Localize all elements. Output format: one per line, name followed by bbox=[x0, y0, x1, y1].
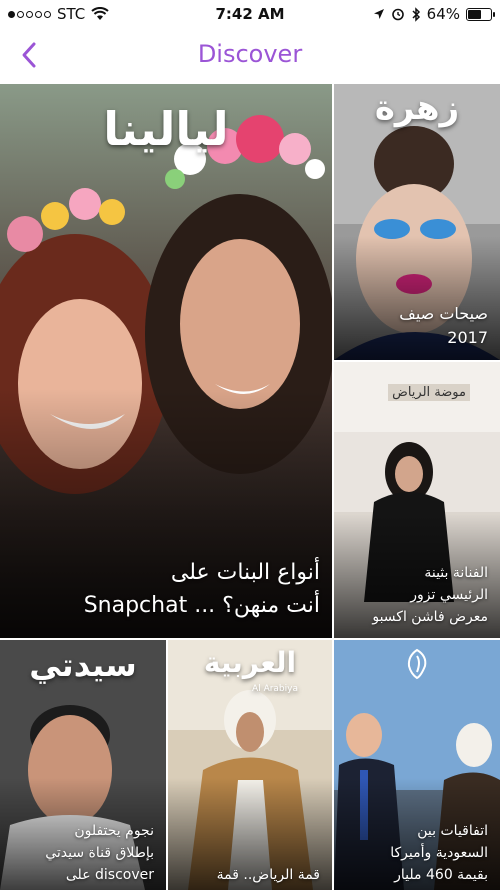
tile-caption: اتفاقيات بين السعودية وأميركا بقيمة 460 … bbox=[344, 820, 488, 886]
alarm-icon bbox=[391, 8, 404, 21]
publisher-logo: سيدتي bbox=[29, 646, 137, 684]
publisher-logo: زهرة bbox=[374, 88, 460, 128]
publisher-sublogo: Al Arabiya bbox=[252, 684, 298, 694]
publisher-logo: ليالينا bbox=[103, 102, 229, 156]
caption-line: صيحات صيف bbox=[399, 304, 488, 323]
caption-line: الرئيسي تزور bbox=[410, 587, 488, 603]
discover-tile-alarabiya[interactable]: العربية Al Arabiya قمة الرياض.. قمة bbox=[168, 640, 332, 890]
battery-percent: 64% bbox=[426, 5, 460, 23]
tile-caption: الفنانة بثينة الرئيسي تزور معرض فاشن اكس… bbox=[344, 562, 488, 628]
caption-line: نجوم يحتفلون bbox=[74, 823, 154, 839]
caption-line: معرض فاشن اكسبو bbox=[372, 609, 488, 625]
battery-icon bbox=[466, 7, 495, 21]
caption-line: 2017 bbox=[447, 328, 488, 347]
caption-line: الفنانة بثينة bbox=[424, 565, 488, 581]
tile-caption: أنواع البنات على Snapchat ... أنت منهن؟ bbox=[10, 556, 320, 622]
discover-tile-layalina[interactable]: ليالينا أنواع البنات على Snapchat ... أن… bbox=[0, 84, 332, 638]
publisher-logo bbox=[334, 648, 500, 684]
status-right: 64% bbox=[373, 5, 495, 23]
battery-level-fill bbox=[468, 9, 481, 19]
publisher-logo: موضة الرياض bbox=[388, 384, 470, 401]
discover-tile-aljazeera[interactable]: اتفاقيات بين السعودية وأميركا بقيمة 460 … bbox=[334, 640, 500, 890]
caption-line: Snapchat ... أنت منهن؟ bbox=[83, 593, 320, 618]
publisher-logo: العربية bbox=[203, 646, 297, 679]
status-bar: STC 7:42 AM 64% bbox=[0, 0, 500, 28]
caption-line: بقيمة 460 مليار bbox=[394, 867, 488, 883]
caption-line: قمة الرياض.. قمة bbox=[216, 867, 320, 883]
page-title: Discover bbox=[197, 40, 303, 68]
tile-caption: قمة الرياض.. قمة bbox=[178, 864, 320, 886]
aljazeera-logo-icon bbox=[407, 648, 427, 680]
navigation-bar: Discover bbox=[0, 28, 500, 84]
caption-line: اتفاقيات بين bbox=[417, 823, 488, 839]
discover-tile-riyadh-fashion[interactable]: موضة الرياض الفنانة بثينة الرئيسي تزور م… bbox=[334, 362, 500, 638]
caption-line: على discover bbox=[65, 867, 154, 883]
caption-line: السعودية وأميركا bbox=[390, 845, 488, 861]
discover-grid: ليالينا أنواع البنات على Snapchat ... أن… bbox=[0, 84, 500, 890]
bluetooth-icon bbox=[412, 6, 420, 22]
tile-caption: صيحات صيف 2017 bbox=[344, 302, 488, 350]
discover-tile-zahra[interactable]: زهرة صيحات صيف 2017 bbox=[334, 84, 500, 360]
tile-caption: نجوم يحتفلون بإطلاق قناة سيدتي على disco… bbox=[10, 820, 154, 886]
caption-line: بإطلاق قناة سيدتي bbox=[45, 845, 154, 861]
location-icon bbox=[373, 9, 384, 19]
caption-line: أنواع البنات على bbox=[170, 560, 320, 585]
discover-tile-sayidaty[interactable]: سيدتي نجوم يحتفلون بإطلاق قناة سيدتي على… bbox=[0, 640, 166, 890]
